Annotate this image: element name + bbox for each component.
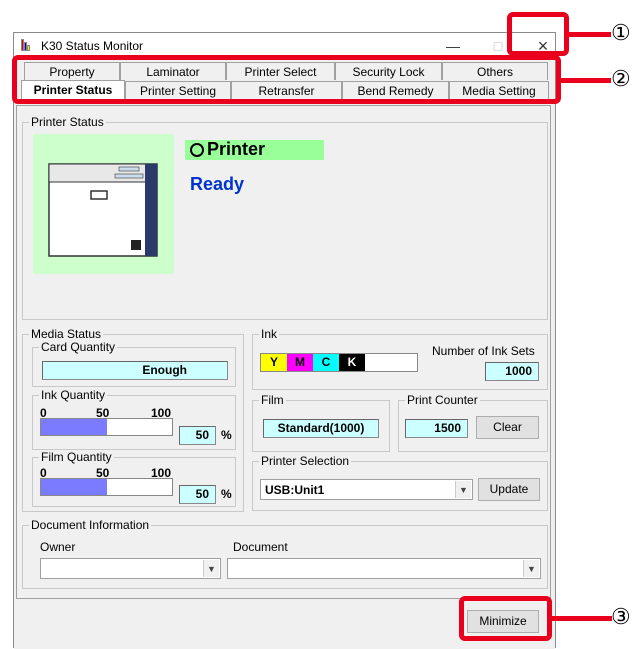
card-quantity-label: Card Quantity: [39, 340, 118, 354]
printer-status-group-label: Printer Status: [29, 115, 106, 129]
callout-number-1: ①: [611, 20, 631, 45]
chevron-down-icon[interactable]: ▼: [455, 481, 471, 498]
document-dropdown[interactable]: ▼: [227, 558, 541, 579]
print-counter-label: Print Counter: [405, 393, 480, 407]
printer-state: Ready: [190, 174, 245, 194]
callout-number-3: ③: [611, 604, 631, 629]
printer-selection-label: Printer Selection: [259, 454, 352, 468]
ink-group-label: Ink: [259, 327, 280, 341]
update-button[interactable]: Update: [478, 478, 540, 501]
ink-quantity-value: 50: [179, 426, 216, 445]
document-information-group: Document Information: [22, 518, 548, 589]
film-quantity-bar: [40, 478, 173, 496]
film-type-value: Standard(1000): [263, 419, 379, 438]
callout-line-3: [552, 616, 612, 621]
ink-quantity-label: Ink Quantity: [39, 388, 108, 402]
printer-device-label: Printer: [207, 139, 266, 159]
printer-selection-value: USB:Unit1: [265, 483, 325, 497]
chevron-down-icon[interactable]: ▼: [203, 560, 219, 577]
ink-quantity-unit: %: [221, 428, 232, 442]
callout-box-minimize: [459, 596, 552, 641]
chevron-down-icon[interactable]: ▼: [523, 560, 539, 577]
window-title: K30 Status Monitor: [41, 39, 144, 53]
callout-line-1: [569, 32, 611, 37]
film-quantity-value: 50: [179, 485, 216, 504]
status-dot-icon: [190, 143, 204, 157]
owner-dropdown[interactable]: ▼: [40, 558, 221, 579]
owner-label: Owner: [40, 540, 76, 554]
minimize-window-button[interactable]: —: [438, 35, 468, 57]
document-information-label: Document Information: [29, 518, 152, 532]
ink-color-strip: Y M C K: [260, 353, 418, 372]
printer-selection-dropdown[interactable]: USB:Unit1 ▼: [260, 479, 473, 500]
ink-cyan-swatch: C: [313, 354, 339, 371]
media-status-group-label: Media Status: [29, 327, 104, 341]
status-monitor-window: K30 Status Monitor — □ × Property Lamina…: [13, 32, 556, 649]
ink-quantity-bar: [40, 418, 173, 436]
film-quantity-unit: %: [221, 487, 232, 501]
callout-box-tabs: [12, 55, 561, 104]
ink-yellow-swatch: Y: [261, 354, 287, 371]
ink-sets-value: 1000: [485, 362, 539, 381]
film-quantity-label: Film Quantity: [39, 450, 114, 464]
printer-image: [33, 134, 174, 274]
printer-status-page: Printer Status Printer Ready Media Statu…: [16, 105, 551, 599]
app-icon: [21, 39, 33, 51]
print-counter-value: 1500: [405, 419, 468, 438]
clear-button[interactable]: Clear: [476, 416, 539, 439]
film-quantity-fill: [41, 479, 107, 495]
callout-box-close: [507, 12, 569, 56]
document-label: Document: [233, 540, 288, 554]
printer-status-badge: Printer: [185, 139, 324, 160]
callout-line-2: [561, 78, 611, 83]
ink-magenta-swatch: M: [287, 354, 313, 371]
callout-number-2: ②: [611, 66, 631, 91]
ink-sets-label: Number of Ink Sets: [432, 344, 535, 358]
ink-black-swatch: K: [339, 354, 365, 371]
card-quantity-value: Enough: [42, 361, 228, 380]
film-group-label: Film: [259, 393, 286, 407]
ink-quantity-fill: [41, 419, 107, 435]
